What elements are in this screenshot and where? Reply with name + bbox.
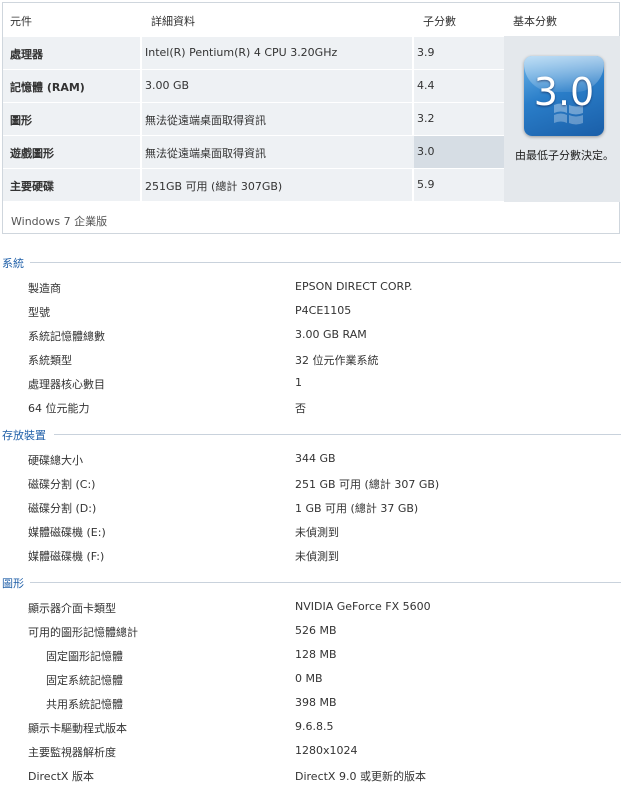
storage-item: 硬碟總大小 344 GB xyxy=(0,452,623,476)
item-value: 344 GB xyxy=(295,452,336,465)
system-item: 系統記憶體總數 3.00 GB RAM xyxy=(0,328,623,352)
item-label: 製造商 xyxy=(28,282,61,295)
item-label: 媒體磁碟機 (F:) xyxy=(28,550,105,563)
windows-edition: Windows 7 企業版 xyxy=(11,215,108,228)
row-subscore: 3.0 xyxy=(417,145,435,158)
item-label: 處理器核心數目 xyxy=(28,378,105,391)
base-score-description: 由最低子分數決定。 xyxy=(515,149,614,162)
storage-item: 磁碟分割 (C:) 251 GB 可用 (總計 307 GB) xyxy=(0,476,623,500)
row-subscore: 3.9 xyxy=(417,46,435,59)
item-value: 未偵測到 xyxy=(295,526,339,539)
item-label: 可用的圖形記憶體總計 xyxy=(28,626,138,639)
item-value: 398 MB xyxy=(295,696,337,709)
row-subscore: 3.2 xyxy=(417,112,435,125)
score-row-processor: 處理器 Intel(R) Pentium(R) 4 CPU 3.20GHz 3.… xyxy=(3,36,504,69)
row-subscore: 4.4 xyxy=(417,79,435,92)
item-label: 共用系統記憶體 xyxy=(46,698,123,711)
header-base-score: 基本分數 xyxy=(513,15,557,28)
item-value: 否 xyxy=(295,402,306,415)
row-details: 3.00 GB xyxy=(145,79,190,92)
system-item: 系統類型 32 位元作業系統 xyxy=(0,352,623,376)
item-value: 3.00 GB RAM xyxy=(295,328,367,341)
score-table-header: 元件 詳細資料 子分數 基本分數 xyxy=(3,3,619,36)
item-value: DirectX 9.0 或更新的版本 xyxy=(295,770,426,783)
item-label: 系統記憶體總數 xyxy=(28,330,105,343)
row-component: 處理器 xyxy=(10,48,43,61)
system-item: 64 位元能力 否 xyxy=(0,400,623,424)
item-label: 硬碟總大小 xyxy=(28,454,83,467)
item-label: 型號 xyxy=(28,306,50,319)
item-label: 固定圖形記憶體 xyxy=(46,650,123,663)
graphics-item: 顯示器介面卡類型 NVIDIA GeForce FX 5600 xyxy=(0,600,623,624)
item-label: 顯示卡驅動程式版本 xyxy=(28,722,127,735)
item-label: 媒體磁碟機 (E:) xyxy=(28,526,106,539)
system-item: 製造商 EPSON DIRECT CORP. xyxy=(0,280,623,304)
section-divider xyxy=(30,582,621,583)
item-value: 1 GB 可用 (總計 37 GB) xyxy=(295,502,419,515)
header-subscore: 子分數 xyxy=(423,15,456,28)
item-value: 未偵測到 xyxy=(295,550,339,563)
system-item: 型號 P4CE1105 xyxy=(0,304,623,328)
section-title: 存放裝置 xyxy=(2,429,46,442)
item-label: 磁碟分割 (C:) xyxy=(28,478,96,491)
graphics-item: 共用系統記憶體 398 MB xyxy=(0,696,623,720)
section-title: 圖形 xyxy=(2,577,24,590)
item-value: 32 位元作業系統 xyxy=(295,354,379,367)
graphics-item: 主要監視器解析度 1280x1024 xyxy=(0,744,623,768)
row-details: 無法從遠端桌面取得資訊 xyxy=(145,114,266,127)
item-label: 64 位元能力 xyxy=(28,402,90,415)
row-component: 遊戲圖形 xyxy=(10,147,54,160)
row-details: Intel(R) Pentium(R) 4 CPU 3.20GHz xyxy=(145,46,338,59)
score-row-graphics: 圖形 無法從遠端桌面取得資訊 3.2 xyxy=(3,102,504,135)
base-score-badge: 3.0 xyxy=(524,56,604,136)
item-label: 主要監視器解析度 xyxy=(28,746,116,759)
item-value: 9.6.8.5 xyxy=(295,720,334,733)
header-component: 元件 xyxy=(10,15,32,28)
score-row-memory: 記憶體 (RAM) 3.00 GB 4.4 xyxy=(3,69,504,102)
header-details: 詳細資料 xyxy=(151,15,195,28)
item-label: DirectX 版本 xyxy=(28,770,94,783)
item-value: 1280x1024 xyxy=(295,744,358,757)
graphics-item: 固定系統記憶體 0 MB xyxy=(0,672,623,696)
section-title: 系統 xyxy=(2,257,24,270)
item-value: 1 xyxy=(295,376,302,389)
item-label: 固定系統記憶體 xyxy=(46,674,123,687)
system-item: 處理器核心數目 1 xyxy=(0,376,623,400)
item-value: NVIDIA GeForce FX 5600 xyxy=(295,600,431,613)
item-value: 128 MB xyxy=(295,648,337,661)
base-score-value: 3.0 xyxy=(533,70,595,114)
row-details: 251GB 可用 (總計 307GB) xyxy=(145,180,283,193)
storage-item: 磁碟分割 (D:) 1 GB 可用 (總計 37 GB) xyxy=(0,500,623,524)
item-label: 顯示器介面卡類型 xyxy=(28,602,116,615)
graphics-item: 固定圖形記憶體 128 MB xyxy=(0,648,623,672)
section-divider xyxy=(30,262,621,263)
item-value: P4CE1105 xyxy=(295,304,352,317)
score-table: 元件 詳細資料 子分數 基本分數 處理器 Intel(R) Pentium(R)… xyxy=(2,2,620,234)
item-value: 0 MB xyxy=(295,672,323,685)
row-details: 無法從遠端桌面取得資訊 xyxy=(145,147,266,160)
item-value: 526 MB xyxy=(295,624,337,637)
graphics-item: 可用的圖形記憶體總計 526 MB xyxy=(0,624,623,648)
row-subscore: 5.9 xyxy=(417,178,435,191)
row-component: 主要硬碟 xyxy=(10,180,54,193)
row-component: 圖形 xyxy=(10,114,32,127)
item-value: EPSON DIRECT CORP. xyxy=(295,280,413,293)
item-value: 251 GB 可用 (總計 307 GB) xyxy=(295,478,440,491)
score-row-gaming-graphics: 遊戲圖形 無法從遠端桌面取得資訊 3.0 xyxy=(3,135,504,168)
graphics-item: DirectX 版本 DirectX 9.0 或更新的版本 xyxy=(0,768,623,792)
item-label: 磁碟分割 (D:) xyxy=(28,502,97,515)
storage-item: 媒體磁碟機 (E:) 未偵測到 xyxy=(0,524,623,548)
base-score-panel: 3.0 由最低子分數決定。 xyxy=(504,36,620,202)
graphics-item: 顯示卡驅動程式版本 9.6.8.5 xyxy=(0,720,623,744)
section-divider xyxy=(54,434,621,435)
storage-item: 媒體磁碟機 (F:) 未偵測到 xyxy=(0,548,623,572)
row-component: 記憶體 (RAM) xyxy=(10,81,85,94)
score-row-primary-disk: 主要硬碟 251GB 可用 (總計 307GB) 5.9 xyxy=(3,168,504,201)
item-label: 系統類型 xyxy=(28,354,72,367)
